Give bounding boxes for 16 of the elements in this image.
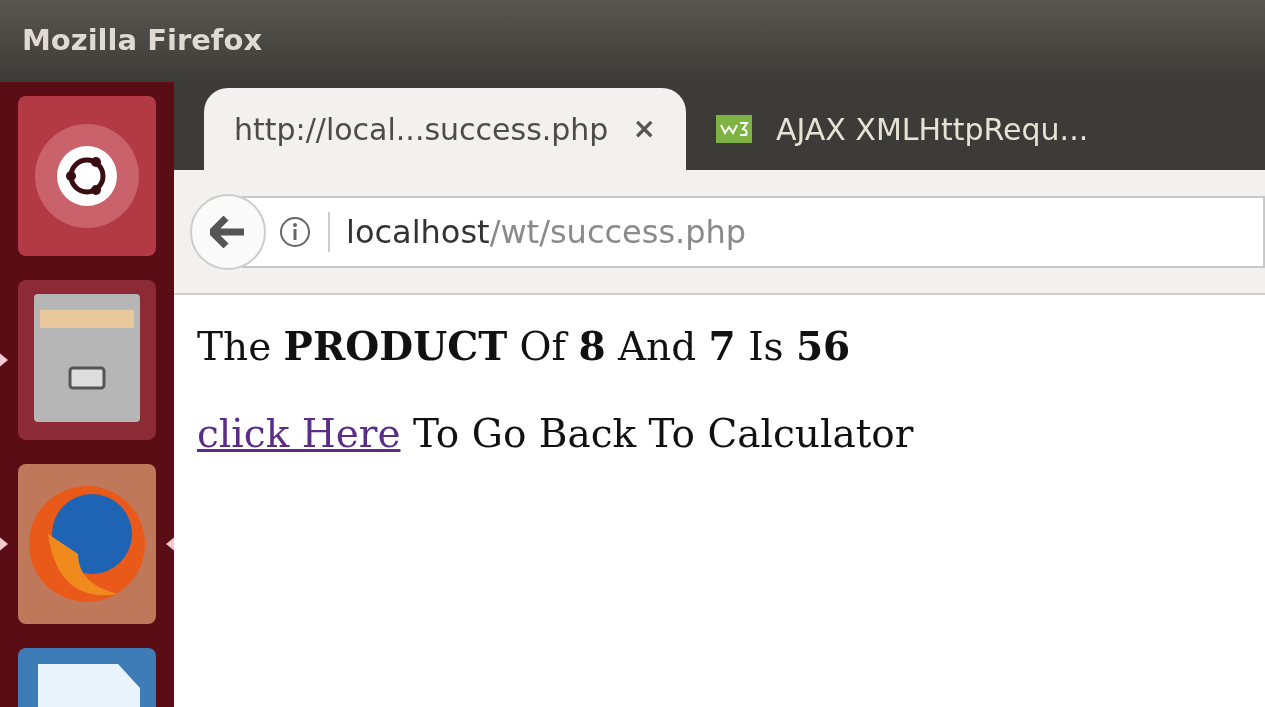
- info-icon[interactable]: [278, 214, 312, 249]
- ubuntu-logo-icon[interactable]: [18, 96, 156, 256]
- browser-tab[interactable]: AJAX XMLHttpRequ...: [685, 88, 1119, 170]
- tab-title: http://local...success.php: [234, 110, 609, 149]
- window-title: Mozilla Firefox: [0, 0, 1265, 82]
- file-cabinet-icon[interactable]: [18, 280, 156, 440]
- browser-tab[interactable]: http://local...success.php ×: [204, 88, 686, 170]
- back-sentence: click Here To Go Back To Calculator: [197, 409, 915, 458]
- url-text: localhost/wt/success.php: [346, 211, 747, 253]
- address-bar[interactable]: localhost/wt/success.php: [242, 195, 1265, 268]
- tab-title: AJAX XMLHttpRequ...: [775, 110, 1089, 149]
- close-button[interactable]: ×: [632, 108, 656, 150]
- result-sentence: The PRODUCT Of 8 And 7 Is 56: [197, 322, 852, 371]
- back-arrow-icon: [210, 215, 246, 248]
- back-link[interactable]: click Here: [197, 410, 401, 456]
- favicon-icon: [715, 115, 752, 143]
